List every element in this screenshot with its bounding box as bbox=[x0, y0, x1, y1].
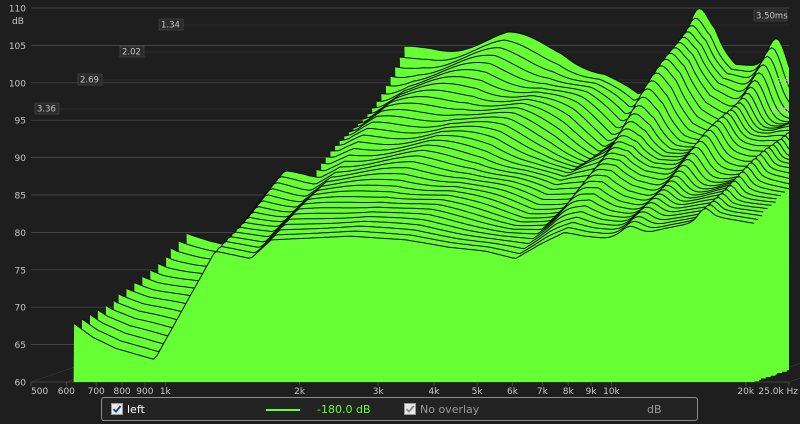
y-tick-label: 110 bbox=[9, 5, 26, 15]
z-tick-label: 2.02 bbox=[122, 48, 141, 58]
overlay-checkbox[interactable] bbox=[404, 403, 416, 415]
y-tick-label: 80 bbox=[15, 229, 27, 239]
z-tick-label: 2.6 bbox=[776, 78, 790, 88]
channel-toggle[interactable]: left bbox=[111, 403, 145, 416]
z-tick-label: 3.50ms bbox=[756, 12, 788, 22]
y-axis: 110 105 100 95 90 85 80 75 70 65 60 dB bbox=[9, 5, 26, 389]
x-tick-label: 1k bbox=[160, 387, 172, 395]
x-tick-label: 3k bbox=[373, 387, 385, 395]
y-tick-label: 60 bbox=[15, 379, 27, 389]
x-tick-label: 20k bbox=[737, 387, 754, 395]
series-swatch bbox=[266, 409, 300, 411]
check-icon bbox=[112, 405, 122, 413]
legend-unit: dB bbox=[647, 402, 662, 416]
x-tick-label: 6k bbox=[507, 387, 519, 395]
waterfall-surface bbox=[73, 8, 789, 382]
x-tick-label: 800 bbox=[113, 387, 130, 395]
z-tick-label: 3.36 bbox=[37, 105, 56, 115]
z-tick-label: 3.36 bbox=[770, 106, 789, 116]
channel-checkbox[interactable] bbox=[111, 403, 123, 415]
y-tick-label: 100 bbox=[9, 79, 26, 89]
x-tick-label: 4k bbox=[428, 387, 440, 395]
y-tick-label: 65 bbox=[15, 341, 26, 351]
channel-label: left bbox=[127, 402, 145, 416]
y-tick-label: 90 bbox=[15, 154, 27, 164]
y-tick-label: 95 bbox=[15, 117, 26, 127]
x-tick-label: 5k bbox=[472, 387, 484, 395]
depth-grid-line bbox=[788, 377, 800, 383]
check-icon bbox=[405, 405, 415, 413]
overlay-toggle[interactable]: No overlay bbox=[404, 403, 479, 416]
x-tick-label: 9k bbox=[586, 387, 598, 395]
z-tick-label: 1.34 bbox=[161, 21, 180, 31]
y-tick-label: 85 bbox=[15, 192, 26, 202]
y-axis-label: dB bbox=[12, 17, 24, 27]
x-tick-label: 25.0k Hz bbox=[758, 387, 798, 395]
overlay-label: No overlay bbox=[420, 402, 480, 416]
z-tick-label: 2.69 bbox=[80, 76, 99, 86]
x-tick-label: 700 bbox=[88, 387, 105, 395]
y-tick-label: 70 bbox=[15, 304, 27, 314]
waterfall-plot: 110 105 100 95 90 85 80 75 70 65 60 dB 500 600 700 800… bbox=[9, 5, 800, 395]
x-tick-label: 8k bbox=[563, 387, 575, 395]
x-tick-label: 500 bbox=[31, 387, 48, 395]
x-tick-label: 900 bbox=[136, 387, 153, 395]
y-tick-label: 105 bbox=[9, 42, 26, 52]
x-axis: 500 600 700 800 900 1k 2k 3k 4k 5k 6k 7k 8k 9k 10k 20k 2… bbox=[31, 387, 798, 395]
cursor-value: -180.0 dB bbox=[317, 402, 371, 416]
x-tick-label: 600 bbox=[58, 387, 75, 395]
legend-bar: left -180.0 dB No overlay dB bbox=[101, 397, 698, 421]
y-tick-label: 75 bbox=[15, 266, 26, 276]
x-tick-label: 2k bbox=[294, 387, 306, 395]
x-tick-label: 10k bbox=[603, 387, 620, 395]
x-tick-label: 7k bbox=[537, 387, 549, 395]
